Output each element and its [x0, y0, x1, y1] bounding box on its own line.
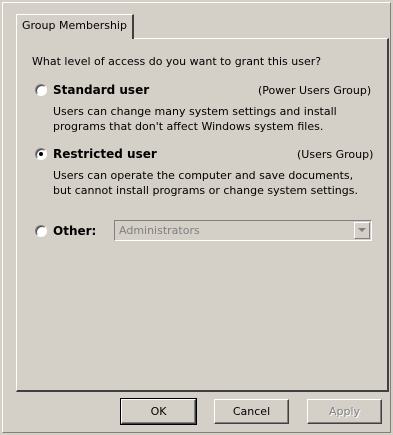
restricted-user-radio[interactable] [35, 148, 47, 160]
tab-panel: What level of access do you want to gran… [16, 38, 389, 392]
restricted-user-group: (Users Group) [297, 148, 374, 161]
ok-button[interactable]: OK [120, 398, 197, 425]
other-radio[interactable] [35, 225, 47, 237]
standard-user-group: (Power Users Group) [258, 84, 372, 97]
standard-user-description-line: Users can change many system settings an… [53, 105, 337, 118]
standard-user-radio[interactable] [35, 84, 47, 96]
restricted-user-label[interactable]: Restricted user [53, 147, 157, 161]
dropdown-button[interactable] [354, 222, 370, 239]
chevron-down-icon [358, 228, 366, 232]
tab-group-membership[interactable]: Group Membership [16, 14, 134, 39]
standard-user-label[interactable]: Standard user [53, 83, 149, 97]
cancel-button[interactable]: Cancel [214, 399, 289, 424]
standard-user-description: Users can change many system settings an… [53, 104, 373, 134]
restricted-user-description-line: but cannot install programs or change sy… [53, 184, 358, 197]
restricted-user-description-line: Users can operate the computer and save … [53, 169, 354, 182]
access-prompt: What level of access do you want to gran… [32, 55, 322, 68]
restricted-user-description: Users can operate the computer and save … [53, 168, 373, 198]
other-group-select-value: Administrators [119, 224, 200, 237]
standard-user-description-line: programs that don't affect Windows syste… [53, 120, 324, 133]
tab-label: Group Membership [22, 19, 127, 32]
apply-button[interactable]: Apply [307, 399, 382, 424]
other-group-select[interactable]: Administrators [114, 220, 372, 241]
other-label[interactable]: Other: [53, 224, 96, 238]
